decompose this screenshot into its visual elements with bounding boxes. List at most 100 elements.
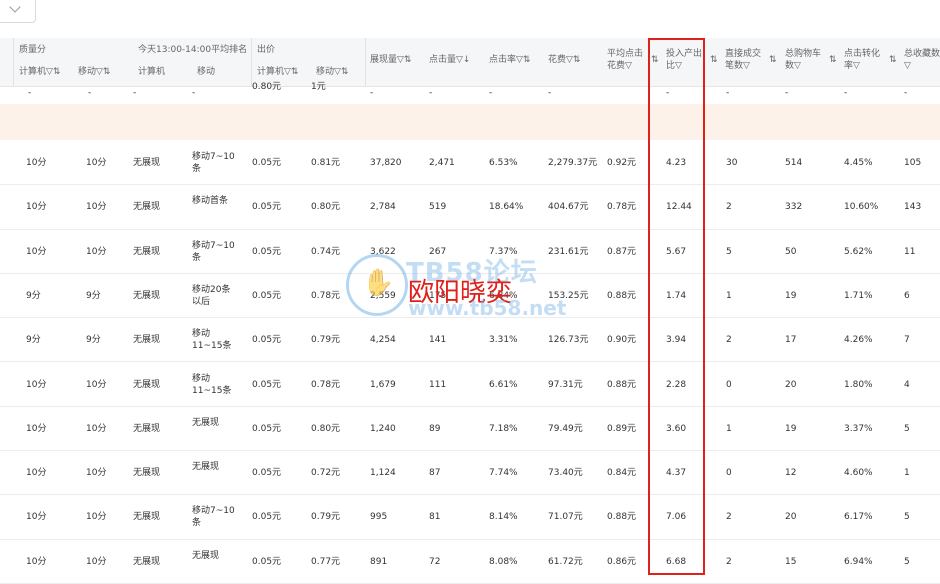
col-ctr[interactable]: 点击率▽⇅ [489, 54, 530, 66]
cell-fav: 143 [904, 202, 922, 213]
cell-impressions: 2,784 [370, 202, 396, 213]
filter-dropdown[interactable] [0, 0, 36, 23]
cell-impressions: 2,559 [370, 290, 396, 301]
cell-cvr: 4.26% [844, 335, 873, 346]
cell-quality-pc: 9分 [26, 335, 41, 346]
cell-cost: 231.61元 [548, 246, 589, 257]
cell-impressions: 4,254 [370, 335, 396, 346]
cell-impressions: 3,622 [370, 246, 396, 257]
cell-bid-pc: 0.05元 [252, 290, 282, 301]
cell-avg-cpc: 0.92元 [607, 158, 637, 168]
cell-roi: 1.74 [666, 290, 687, 301]
cell-avg-cpc: 0.88元 [607, 512, 637, 523]
cell-clicks: 89 [429, 423, 441, 434]
cell-rank-pc: 无展现 [133, 158, 161, 168]
cell-clicks: 111 [429, 379, 447, 390]
sort-icon[interactable]: ⇅ [710, 54, 718, 66]
cell-bid-pc: 0.05元 [252, 468, 282, 479]
cell-quality-pc: 10分 [26, 158, 47, 168]
cell-direct-deals: 1 [726, 423, 732, 434]
cell-ctr: 8.14% [489, 512, 518, 523]
cell-clicks: 175 [429, 290, 447, 301]
cell-cvr: 6.17% [844, 512, 873, 523]
cell-direct-deals: 2 [726, 556, 732, 567]
cell-bid-pc: 0.05元 [252, 556, 282, 567]
cell-rank-mobile: 移动20条以后 [192, 284, 231, 307]
cell-bid-mobile: 0.81元 [311, 158, 341, 168]
cell-cart: 20 [785, 379, 797, 390]
cell-clicks: 267 [429, 246, 447, 257]
cell-clicks: 519 [429, 202, 447, 213]
col-cvr[interactable]: 点击转化率▽ [844, 48, 884, 72]
cell-rank-pc: 无展现 [133, 512, 161, 523]
col-cost[interactable]: 花费▽⇅ [548, 54, 580, 66]
cell-bid-mobile: 0.79元 [311, 335, 341, 346]
cell-quality-pc: 10分 [26, 379, 47, 390]
cell-rank-pc: 无展现 [133, 202, 161, 213]
cell-cart: 332 [785, 202, 803, 213]
cell-bid-pc: 0.05元 [252, 512, 282, 523]
cell-cost: 79.49元 [548, 423, 583, 434]
cell-rank-pc: 无展现 [133, 335, 161, 346]
table-row: 10分 10分 无展现 移动7~10条 0.05元 0.79元 995 81 8.14% 71.0… [0, 495, 940, 540]
cell-direct-deals: 0 [726, 468, 732, 479]
cell-cost: 73.40元 [548, 468, 583, 479]
table-row: 10分 10分 无展现 无展现 0.05元 0.72元 1,124 87 7.74% 73.40元… [0, 451, 940, 496]
cell-roi: 2.28 [666, 379, 687, 390]
cell-bid-mobile: 0.74元 [311, 246, 341, 257]
cell-cost: 153.25元 [548, 290, 589, 301]
cell-rank-mobile: 无展现 [192, 462, 220, 473]
col-clicks[interactable]: 点击量▽↓ [429, 54, 470, 66]
cell-rank-mobile: 移动首条 [192, 196, 229, 207]
sort-icon[interactable]: ⇅ [651, 54, 659, 66]
toolbar [0, 0, 940, 38]
cell-avg-cpc: 0.89元 [607, 423, 637, 434]
cell-fav: 5 [904, 556, 910, 567]
sort-icon[interactable]: ⇅ [889, 54, 897, 66]
col-cart[interactable]: 总购物车数▽ [785, 48, 825, 72]
cell-fav: 11 [904, 246, 916, 257]
cell-roi: 5.67 [666, 246, 687, 257]
cell-cart: 20 [785, 512, 797, 523]
col-direct-deals[interactable]: 直接成交笔数▽ [725, 48, 765, 72]
cell-cvr: 5.62% [844, 246, 873, 257]
cell-bid-pc: 0.05元 [252, 246, 282, 257]
table-row: 9分 9分 无展现 移动11~15条 0.05元 0.79元 4,254 141 3.31% 12… [0, 318, 940, 363]
col-avg-cpc[interactable]: 平均点击花费▽ [607, 48, 647, 72]
cell-cart: 50 [785, 246, 797, 257]
cell-rank-mobile: 移动7~10条 [192, 506, 235, 529]
cell-bid-mobile: 0.80元 [311, 423, 341, 434]
col-roi[interactable]: 投入产出比▽ [666, 48, 702, 72]
col-quality-pc[interactable]: 计算机▽⇅ [19, 66, 60, 78]
cell-roi: 4.23 [666, 158, 687, 168]
cell-impressions: 37,820 [370, 158, 402, 168]
col-bid-mobile[interactable]: 移动▽⇅ [316, 66, 348, 78]
cell-cvr: 1.80% [844, 379, 873, 390]
cell-bid-mobile: 0.77元 [311, 556, 341, 567]
cell-bid-pc: 0.05元 [252, 158, 282, 168]
sort-icon[interactable]: ⇅ [769, 54, 777, 66]
cell-quality-mobile: 10分 [86, 556, 107, 567]
group-quality-score: 质量分 [19, 45, 47, 55]
table-row: 10分 10分 无展现 移动7~10条 0.05元 0.81元 37,820 2,471 6.5… [0, 141, 940, 186]
cell-quality-mobile: 9分 [86, 335, 101, 346]
cell-avg-cpc: 0.88元 [607, 290, 637, 301]
cell-rank-pc: 无展现 [133, 423, 161, 434]
cell-impressions: 1,240 [370, 423, 396, 434]
summary-band [0, 104, 940, 140]
cell-fav: 6 [904, 290, 910, 301]
sort-icon[interactable]: ⇅ [829, 54, 837, 66]
col-fav[interactable]: 总收藏数▽ [904, 48, 940, 72]
cell-rank-mobile: 移动11~15条 [192, 329, 232, 352]
cell-roi: 6.68 [666, 556, 687, 567]
cell-bid-pc: 0.05元 [252, 379, 282, 390]
cell-rank-pc: 无展现 [133, 290, 161, 301]
col-bid-pc[interactable]: 计算机▽⇅ [257, 66, 298, 78]
cell-direct-deals: 30 [726, 158, 738, 168]
cell-impressions: 891 [370, 556, 388, 567]
cell-fav: 105 [904, 158, 922, 168]
cell-cost: 404.67元 [548, 202, 589, 213]
col-quality-mobile[interactable]: 移动▽⇅ [78, 66, 110, 78]
col-impressions[interactable]: 展现量▽⇅ [370, 54, 411, 66]
cell-rank-mobile: 移动7~10条 [192, 240, 235, 263]
